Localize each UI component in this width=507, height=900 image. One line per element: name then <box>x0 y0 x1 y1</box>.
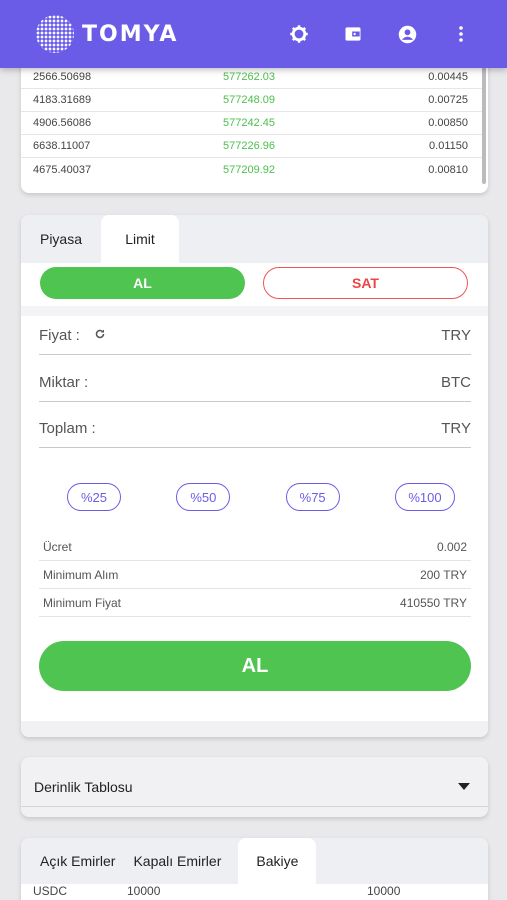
min-buy-value: 200 TRY <box>420 567 467 582</box>
buy-side-button[interactable]: AL <box>40 267 245 299</box>
refresh-icon[interactable] <box>94 327 106 344</box>
info-row: Minimum Fiyat 410550 TRY <box>39 589 471 617</box>
order-form-card: Piyasa Limit AL SAT Fiyat : TRY Miktar :… <box>21 215 488 737</box>
table-row: 2566.50698 577262.03 0.00445 <box>21 66 482 89</box>
trade-total: 0.00725 <box>428 94 468 106</box>
trade-price: 577242.45 <box>223 117 275 129</box>
total-field[interactable]: Toplam : TRY <box>39 410 471 448</box>
trade-total: 0.01150 <box>429 140 468 152</box>
percent-buttons: %25 %50 %75 %100 <box>67 483 455 511</box>
price-field[interactable]: Fiyat : TRY <box>39 317 471 355</box>
card-footer <box>21 721 488 737</box>
tab-market[interactable]: Piyasa <box>21 215 101 263</box>
trade-amount: 4906.56086 <box>33 117 92 129</box>
trade-total: 0.00445 <box>428 71 468 83</box>
sell-side-button[interactable]: SAT <box>263 267 468 299</box>
trade-price: 577209.92 <box>223 163 275 176</box>
fee-label: Ücret <box>43 539 72 554</box>
logo[interactable]: TOMYA <box>36 15 178 53</box>
more-vert-icon[interactable] <box>449 22 473 46</box>
amount-unit: BTC <box>441 374 471 391</box>
brand-name: TOMYA <box>82 21 179 47</box>
percent-25-button[interactable]: %25 <box>67 483 121 511</box>
balance-asset: USDC <box>33 884 68 898</box>
amount-label: Miktar : <box>39 374 89 391</box>
trade-price: 577262.03 <box>223 71 275 83</box>
settings-icon[interactable] <box>287 22 311 46</box>
logo-mark-icon <box>36 15 74 53</box>
divider <box>21 806 488 807</box>
account-icon[interactable] <box>395 22 419 46</box>
order-type-tabs: Piyasa Limit <box>21 215 488 263</box>
expand-arrow-icon[interactable] <box>458 778 470 796</box>
balance-available: 10000 <box>127 884 161 898</box>
trade-amount: 4675.40037 <box>33 163 92 176</box>
app-header: TOMYA <box>0 0 507 68</box>
trade-price: 577248.09 <box>223 94 275 106</box>
order-info: Ücret 0.002 Minimum Alım 200 TRY Minimum… <box>39 533 471 617</box>
percent-75-button[interactable]: %75 <box>285 483 340 511</box>
tab-closed-orders[interactable]: Kapalı Emirler <box>124 838 230 884</box>
info-row: Ücret 0.002 <box>39 533 471 561</box>
price-unit: TRY <box>441 327 471 344</box>
balance-total: 10000 <box>367 884 401 898</box>
trade-amount: 4183.31689 <box>33 94 92 106</box>
orders-balance-card: Açık Emirler Kapalı Emirler Bakiye USDC … <box>21 838 488 900</box>
table-row: 6638.11007 577226.96 0.01150 <box>21 135 482 158</box>
trade-price: 577226.96 <box>223 140 275 152</box>
info-row: Minimum Alım 200 TRY <box>39 561 471 589</box>
amount-field[interactable]: Miktar : BTC <box>39 364 471 402</box>
trade-total: 0.00850 <box>428 117 468 129</box>
min-price-value: 410550 TRY <box>400 595 467 610</box>
percent-100-button[interactable]: %100 <box>394 483 455 511</box>
wallet-icon[interactable] <box>341 22 365 46</box>
table-row: 4675.40037 577209.92 0.00810 <box>21 158 482 181</box>
percent-50-button[interactable]: %50 <box>176 483 231 511</box>
submit-buy-button[interactable]: AL <box>39 641 471 691</box>
trade-total: 0.00810 <box>428 163 468 176</box>
trade-amount: 6638.11007 <box>33 140 91 152</box>
min-buy-label: Minimum Alım <box>43 567 119 582</box>
table-row: 4183.31689 577248.09 0.00725 <box>21 89 482 112</box>
tab-balance[interactable]: Bakiye <box>238 838 317 884</box>
table-row: USDC 10000 10000 <box>21 884 488 898</box>
orders-tabs: Açık Emirler Kapalı Emirler Bakiye <box>21 838 488 884</box>
depth-table-title: Derinlik Tablosu <box>34 779 133 795</box>
divider <box>21 306 488 316</box>
price-label: Fiyat : <box>39 327 80 344</box>
fee-value: 0.002 <box>436 539 467 554</box>
total-label: Toplam : <box>39 420 96 437</box>
side-toggle: AL SAT <box>21 267 488 299</box>
tab-open-orders[interactable]: Açık Emirler <box>21 838 124 884</box>
table-row: 4906.56086 577242.45 0.00850 <box>21 112 482 135</box>
depth-table-panel[interactable]: Derinlik Tablosu <box>21 757 488 817</box>
trade-amount: 2566.50698 <box>33 71 92 83</box>
min-price-label: Minimum Fiyat <box>43 595 122 610</box>
total-unit: TRY <box>441 420 471 437</box>
tab-limit[interactable]: Limit <box>101 215 179 263</box>
